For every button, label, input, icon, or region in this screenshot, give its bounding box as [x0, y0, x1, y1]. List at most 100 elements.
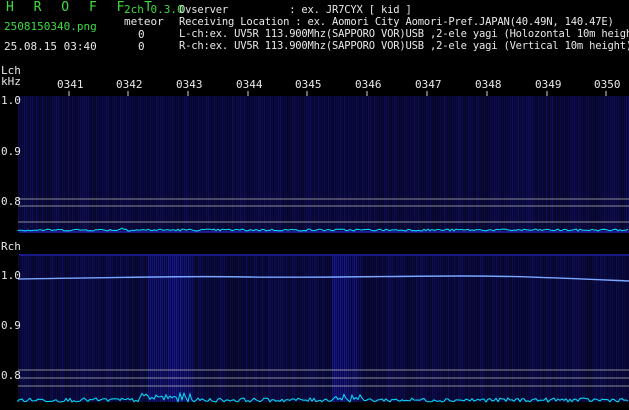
spectrogram-column	[578, 256, 580, 402]
spectrogram-column	[266, 96, 268, 232]
spectrogram-column	[106, 96, 108, 232]
spectrogram-column	[204, 96, 206, 232]
spectrogram-column	[200, 96, 202, 232]
spectrogram-column	[204, 256, 206, 402]
spectrogram-column	[408, 96, 410, 232]
spectrogram-column	[320, 256, 322, 402]
spectrogram-column	[422, 256, 424, 402]
spectrogram-column	[518, 256, 520, 402]
spectrogram-column	[184, 96, 186, 232]
spectrogram-column	[440, 96, 442, 232]
spectrogram-column	[604, 256, 606, 402]
spectrogram-column	[132, 96, 134, 232]
lch-info-line: L-ch:ex. UV5R 113.900Mhz(SAPPORO VOR)USB…	[179, 28, 629, 40]
spectrogram-column	[334, 96, 336, 232]
spectrogram-column	[624, 256, 626, 402]
spectrogram-column	[398, 256, 400, 402]
spectrogram-column	[546, 96, 548, 232]
spectrogram-column	[422, 96, 424, 232]
spectrogram-column	[18, 96, 20, 232]
spectrogram-column	[256, 256, 258, 402]
spectrogram-column	[572, 256, 574, 402]
spectrogram-column	[206, 96, 208, 232]
spectrogram-column	[620, 256, 622, 402]
spectrogram-column	[526, 96, 528, 232]
spectrogram-column	[502, 96, 504, 232]
spectrogram-column	[154, 256, 156, 402]
spectrogram-column	[26, 96, 28, 232]
spectrogram-column	[626, 256, 628, 402]
spectrogram-column	[428, 96, 430, 232]
spectrogram-column	[208, 256, 210, 402]
spectrogram-column	[226, 256, 228, 402]
spectrogram-column	[592, 96, 594, 232]
lch-freq-0-9: 0.9	[1, 145, 21, 158]
spectrogram-column	[598, 96, 600, 232]
spectrogram-column	[42, 96, 44, 232]
spectrogram-column	[386, 96, 388, 232]
spectrogram-column	[160, 96, 162, 232]
spectrogram-column	[488, 96, 490, 232]
spectrogram-column	[462, 256, 464, 402]
spectrogram-column	[260, 256, 262, 402]
spectrogram-column	[430, 256, 432, 402]
rch-info-line: R-ch:ex. UV5R 113.900Mhz(SAPPORO VOR)USB…	[179, 40, 629, 52]
spectrogram-column	[166, 256, 168, 402]
spectrogram-column	[342, 256, 344, 402]
spectrogram-column	[508, 256, 510, 402]
spectrogram-column	[316, 96, 318, 232]
spectrogram-column	[48, 96, 50, 232]
spectrogram-column	[448, 256, 450, 402]
time-label: 0346	[355, 78, 382, 91]
spectrogram-column	[238, 256, 240, 402]
spectrogram-column	[506, 256, 508, 402]
spectrogram-column	[512, 256, 514, 402]
spectrogram-column	[330, 256, 332, 402]
spectrogram-column	[470, 96, 472, 232]
spectrogram-column	[146, 96, 148, 232]
spectrogram-column	[366, 96, 368, 232]
spectrogram-column	[404, 96, 406, 232]
spectrogram-column	[62, 96, 64, 232]
spectrogram-column	[318, 96, 320, 232]
spectrogram-column	[548, 96, 550, 232]
spectrogram-column	[224, 96, 226, 232]
spectrogram-column	[226, 96, 228, 232]
spectrogram-column	[412, 256, 414, 402]
spectrogram-column	[232, 96, 234, 232]
spectrogram-column	[396, 96, 398, 232]
spectrogram-column	[536, 96, 538, 232]
spectrogram-column	[130, 96, 132, 232]
spectrogram-column	[376, 96, 378, 232]
spectrogram-column	[396, 256, 398, 402]
rch-title: Rch	[1, 240, 21, 253]
spectrogram-column	[518, 96, 520, 232]
spectrogram-column	[606, 256, 608, 402]
spectrogram-column	[424, 96, 426, 232]
spectrogram-column	[604, 96, 606, 232]
spectrogram-column	[614, 96, 616, 232]
spectrogram-column	[550, 96, 552, 232]
spectrogram-column	[166, 96, 168, 232]
spectrogram-column	[124, 96, 126, 232]
spectrogram-column	[442, 96, 444, 232]
spectrogram-column	[196, 96, 198, 232]
spectrogram-column	[300, 96, 302, 232]
spectrogram-column	[214, 256, 216, 402]
spectrogram-column	[544, 96, 546, 232]
spectrogram-column	[462, 96, 464, 232]
spectrogram-column	[316, 256, 318, 402]
spectrogram-column	[542, 96, 544, 232]
spectrogram-column	[404, 256, 406, 402]
spectrogram-column	[98, 96, 100, 232]
spectrogram-column	[78, 96, 80, 232]
spectrogram-column	[82, 96, 84, 232]
spectrogram-column	[468, 256, 470, 402]
spectrogram-column	[350, 256, 352, 402]
spectrogram-column	[222, 96, 224, 232]
spectrogram-column	[218, 96, 220, 232]
spectrogram-column	[360, 96, 362, 232]
spectrogram-column	[190, 256, 192, 402]
spectrogram-column	[198, 96, 200, 232]
spectrogram-column	[348, 256, 350, 402]
